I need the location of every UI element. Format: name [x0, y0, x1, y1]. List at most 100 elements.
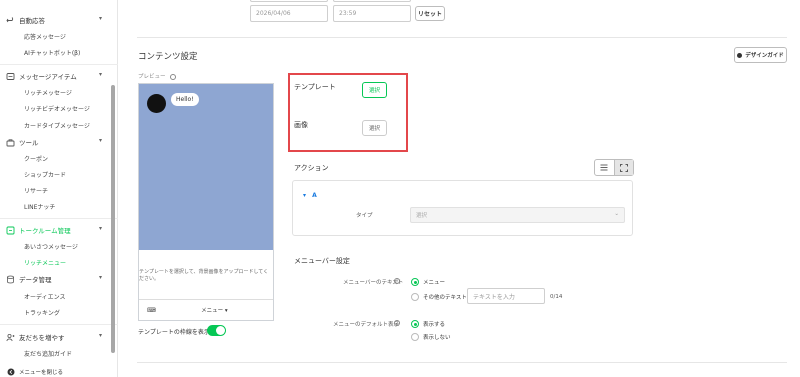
chevron-down-icon: ▾ [98, 15, 102, 22]
sidebar-section-label: データ管理 [19, 276, 52, 284]
content-settings-title: コンテンツ設定 [138, 52, 198, 62]
menu-default-show-label: 表示する [423, 322, 446, 328]
menubar-text-placeholder: テキストを入力 [473, 293, 515, 301]
help-icon[interactable]: ? [394, 320, 400, 326]
preview-menubar-text: メニュー ▾ [201, 308, 228, 314]
sidebar-item-tracking[interactable]: トラッキング [24, 307, 114, 317]
end-time-value: 23:59 [339, 10, 357, 17]
sidebar-item-research[interactable]: リサーチ [24, 185, 114, 195]
collapse-icon [6, 368, 15, 377]
sidebar-divider [0, 218, 118, 219]
end-date-input[interactable]: 2026/04/06 [250, 5, 328, 22]
toolbox-icon [6, 138, 15, 147]
sidebar-section-talkroom[interactable]: トークルーム管理 ▾ [6, 224, 106, 236]
show-frame-toggle[interactable] [207, 325, 226, 336]
design-guide-label: デザインガイド [745, 53, 784, 59]
menubar-text-menu-label: メニュー [423, 280, 446, 286]
start-date-input-partial[interactable] [250, 0, 328, 2]
chevron-down-icon: ▾ [98, 225, 102, 232]
action-item-label: A [312, 192, 317, 199]
database-icon [6, 275, 15, 284]
app-window: 自動応答 ▾ 応答メッセージ AIチャットボット(β) メッセージアイテム ▾ … [0, 0, 800, 377]
keyboard-icon: ⌨ [147, 306, 156, 314]
end-date-value: 2026/04/06 [256, 10, 291, 17]
sidebar-item-auto-reply-message[interactable]: 応答メッセージ [24, 31, 114, 41]
sidebar-item-card-type-message[interactable]: カードタイプメッセージ [24, 120, 114, 130]
section-divider [137, 362, 787, 363]
sidebar: 自動応答 ▾ 応答メッセージ AIチャットボット(β) メッセージアイテム ▾ … [0, 0, 118, 377]
expand-icon [619, 163, 628, 172]
action-type-placeholder: 選択 [416, 213, 428, 219]
chat-bubble: Hello! [171, 93, 199, 106]
chevron-down-icon: ⌄ [614, 211, 619, 217]
reset-button[interactable]: リセット [415, 6, 445, 21]
menubar-text-other-label: その他のテキスト [423, 295, 467, 301]
menu-default-label: メニューのデフォルト表示 [333, 322, 400, 328]
sidebar-item-ai-chatbot[interactable]: AIチャットボット(β) [24, 47, 114, 57]
list-icon [600, 164, 608, 171]
preview-menubar: ⌨ メニュー ▾ [139, 300, 273, 320]
show-frame-label: テンプレートの枠線を表示 [138, 329, 210, 336]
sidebar-item-shop-card[interactable]: ショップカード [24, 169, 114, 179]
list-view-button[interactable] [595, 160, 615, 175]
sidebar-item-greeting-message[interactable]: あいさつメッセージ [24, 241, 114, 251]
sidebar-item-friend-guide[interactable]: 友だち追加ガイド [24, 348, 114, 358]
sidebar-item-rich-menu[interactable]: リッチメニュー [24, 257, 114, 267]
avatar [147, 94, 166, 113]
chevron-down-icon: ▾ [303, 192, 307, 199]
section-divider [137, 37, 787, 38]
richmenu-placeholder-text: テンプレートを選択して、背景画像をアップロードしてください。 [139, 250, 273, 300]
sidebar-scrollbar[interactable] [111, 85, 115, 353]
action-type-label: タイプ [356, 213, 373, 219]
preview-label-text: プレビュー [138, 74, 166, 80]
menubar-settings-title: メニューバー設定 [294, 257, 350, 265]
sidebar-divider [0, 64, 118, 65]
help-icon[interactable] [170, 73, 177, 80]
collapse-menu-label: メニューを閉じる [19, 370, 64, 376]
chevron-down-icon: ▾ [98, 71, 102, 78]
menu-default-hide-radio[interactable] [411, 333, 419, 341]
chevron-down-icon: ▾ [98, 137, 102, 144]
action-title: アクション [294, 164, 329, 172]
menubar-char-count: 0/14 [550, 294, 563, 300]
collapse-menu-button[interactable]: メニューを閉じる [6, 366, 106, 377]
sidebar-section-auto-reply[interactable]: 自動応答 ▾ [6, 14, 106, 26]
sidebar-item-coupon[interactable]: クーポン [24, 153, 114, 163]
sidebar-item-audience[interactable]: オーディエンス [24, 291, 114, 301]
menu-default-hide-label: 表示しない [423, 335, 451, 341]
sidebar-item-line-touch[interactable]: LINEナッチ [24, 201, 114, 211]
sidebar-item-rich-message[interactable]: リッチメッセージ [24, 87, 114, 97]
view-toggle [594, 159, 634, 176]
auto-reply-icon [6, 16, 15, 25]
action-type-select[interactable]: 選択 ⌄ [410, 207, 625, 223]
sidebar-section-increase-friends[interactable]: 友だちを増やす ▾ [6, 331, 106, 343]
richmenu-preview: Hello! テンプレートを選択して、背景画像をアップロードしてください。 ⌨ … [138, 83, 274, 321]
sidebar-section-label: トークルーム管理 [19, 227, 71, 235]
sidebar-section-label: メッセージアイテム [19, 73, 77, 81]
design-guide-button[interactable]: デザインガイド [734, 47, 787, 63]
sidebar-section-message-items[interactable]: メッセージアイテム ▾ [6, 70, 106, 82]
sidebar-section-label: 自動応答 [19, 17, 45, 25]
expand-view-button[interactable] [614, 160, 633, 175]
start-time-input-partial[interactable] [333, 0, 411, 2]
menubar-text-other-radio[interactable] [411, 293, 419, 301]
sidebar-section-tools[interactable]: ツール ▾ [6, 136, 106, 148]
action-a-header[interactable]: ▾ A [303, 192, 317, 199]
sidebar-section-data[interactable]: データ管理 ▾ [6, 273, 106, 285]
help-icon[interactable]: ? [394, 278, 400, 284]
menubar-text-menu-radio[interactable] [411, 278, 419, 286]
sidebar-item-rich-video-message[interactable]: リッチビデオメッセージ [24, 103, 114, 113]
preview-label: プレビュー [138, 72, 177, 80]
menu-default-show-radio[interactable] [411, 320, 419, 328]
sidebar-section-label: 友だちを増やす [19, 334, 65, 342]
chevron-down-icon: ▾ [98, 274, 102, 281]
design-guide-icon [737, 52, 743, 58]
message-item-icon [6, 72, 15, 81]
end-time-input[interactable]: 23:59 [333, 5, 411, 22]
chat-area: Hello! [139, 84, 273, 250]
menubar-text-input[interactable]: テキストを入力 [467, 288, 545, 304]
add-friend-icon [6, 333, 15, 342]
chevron-down-icon: ▾ [98, 332, 102, 339]
highlight-box [288, 73, 408, 152]
talkroom-icon [6, 226, 15, 235]
